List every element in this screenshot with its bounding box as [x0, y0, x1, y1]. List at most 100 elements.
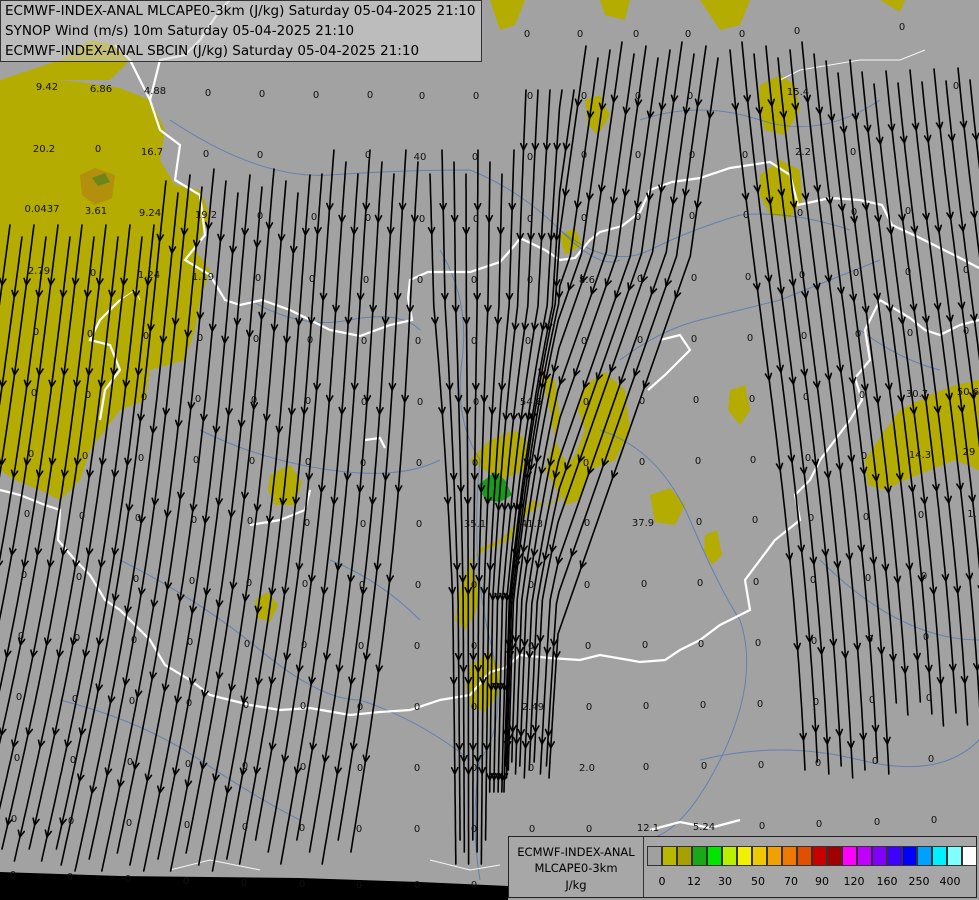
sbcin-value: 0	[865, 573, 871, 584]
sbcin-value: 35.1	[464, 519, 486, 530]
sbcin-value: 0	[16, 692, 22, 703]
sbcin-value: 0	[639, 457, 645, 468]
sbcin-value: 0	[197, 333, 203, 344]
sbcin-value: 0	[855, 329, 861, 340]
sbcin-value: 0	[242, 822, 248, 833]
sbcin-value: 0	[28, 449, 34, 460]
sbcin-value: 2.2	[795, 147, 811, 158]
legend-tick: 400	[939, 875, 961, 888]
sbcin-value: 0	[693, 395, 699, 406]
sbcin-value: 0	[581, 213, 587, 224]
sbcin-value: 0	[360, 458, 366, 469]
legend-tick: 160	[876, 875, 898, 888]
sbcin-value: 0	[923, 632, 929, 643]
sbcin-value: 0	[183, 876, 189, 887]
sbcin-value: 0	[642, 640, 648, 651]
sbcin-value: 8.6	[579, 275, 595, 286]
sbcin-value: 0	[583, 458, 589, 469]
title-line-cape: ECMWF-INDEX-ANAL MLCAPE0-3km (J/kg) Satu…	[5, 3, 476, 19]
legend-tick: 0	[658, 875, 666, 888]
sbcin-value: 0	[695, 456, 701, 467]
sbcin-value: 0	[414, 824, 420, 835]
sbcin-value: 0	[899, 22, 905, 33]
sbcin-value: 0	[301, 640, 307, 651]
sbcin-value: 0	[357, 702, 363, 713]
legend-swatch	[647, 846, 662, 866]
legend-swatch	[932, 846, 947, 866]
sbcin-value: 14.3	[909, 450, 931, 461]
sbcin-value: 0	[257, 150, 263, 161]
sbcin-value: 0	[527, 91, 533, 102]
sbcin-value: 0	[810, 575, 816, 586]
sbcin-value: 9.24	[139, 208, 161, 219]
sbcin-value: 0	[874, 817, 880, 828]
sbcin-value: 0	[577, 29, 583, 40]
sbcin-value: 0	[191, 515, 197, 526]
sbcin-value: 0	[90, 268, 96, 279]
sbcin-value: 4.88	[144, 86, 166, 97]
sbcin-value: 0	[742, 150, 748, 161]
sbcin-value: 0	[67, 872, 73, 883]
legend-tick: 250	[908, 875, 930, 888]
sbcin-value: 0	[527, 458, 533, 469]
sbcin-value: 30.7	[906, 389, 928, 400]
sbcin-value: 0	[247, 516, 253, 527]
sbcin-value: 0	[471, 275, 477, 286]
legend-swatch	[872, 846, 887, 866]
sbcin-value: 0	[367, 90, 373, 101]
sbcin-value: 0	[750, 455, 756, 466]
legend-tick: 30	[718, 875, 732, 888]
sbcin-value: 0	[203, 149, 209, 160]
sbcin-value: 0	[253, 334, 259, 345]
sbcin-value: 0	[471, 336, 477, 347]
sbcin-value: 0	[241, 878, 247, 889]
legend-swatch	[752, 846, 767, 866]
sbcin-value: 0	[363, 275, 369, 286]
sbcin-value: 0	[758, 760, 764, 771]
sbcin-value: 0	[851, 207, 857, 218]
sbcin-value: 0	[70, 755, 76, 766]
sbcin-value: 0	[417, 275, 423, 286]
sbcin-value: 0	[11, 814, 17, 825]
sbcin-value: 0	[745, 272, 751, 283]
sbcin-value: 0	[356, 824, 362, 835]
sbcin-value: 0	[905, 267, 911, 278]
sbcin-value: 0	[907, 328, 913, 339]
sbcin-value: 0	[126, 818, 132, 829]
sbcin-value: 0	[963, 326, 969, 337]
sbcin-value: 0	[135, 513, 141, 524]
sbcin-value: 0	[581, 150, 587, 161]
sbcin-value: 0	[21, 570, 27, 581]
sbcin-value: 19.2	[195, 210, 217, 221]
sbcin-value: 0	[586, 702, 592, 713]
sbcin-value: 0	[414, 880, 420, 891]
sbcin-value: 0	[415, 580, 421, 591]
sbcin-value: 0	[416, 519, 422, 530]
sbcin-value: 0	[528, 763, 534, 774]
sbcin-value: 0	[473, 91, 479, 102]
sbcin-value: 0	[307, 335, 313, 346]
sbcin-value: 0	[361, 397, 367, 408]
sbcin-value: 0	[187, 637, 193, 648]
sbcin-value: 0	[689, 150, 695, 161]
legend-tick: 70	[784, 875, 798, 888]
color-legend: ECMWF-INDEX-ANAL MLCAPE0-3km J/kg 0 12 30 5…	[508, 836, 977, 898]
sbcin-value: 0	[471, 580, 477, 591]
legend-swatch	[827, 846, 842, 866]
sbcin-value: 0	[259, 89, 265, 100]
legend-title: ECMWF-INDEX-ANAL	[517, 845, 635, 859]
sbcin-value: 0	[205, 88, 211, 99]
sbcin-value: 0	[749, 394, 755, 405]
sbcin-value: 0	[527, 152, 533, 163]
legend-swatch	[887, 846, 902, 866]
sbcin-value: 0	[141, 392, 147, 403]
sbcin-value: 40	[414, 152, 427, 163]
sbcin-value: 0	[302, 579, 308, 590]
legend-tick: 50	[751, 875, 765, 888]
sbcin-value: 0	[127, 757, 133, 768]
sbcin-value: 54.6	[520, 397, 542, 408]
sbcin-value: 0	[471, 763, 477, 774]
sbcin-value: 0	[313, 90, 319, 101]
sbcin-value: 0	[244, 639, 250, 650]
legend-unit: J/kg	[565, 878, 587, 892]
